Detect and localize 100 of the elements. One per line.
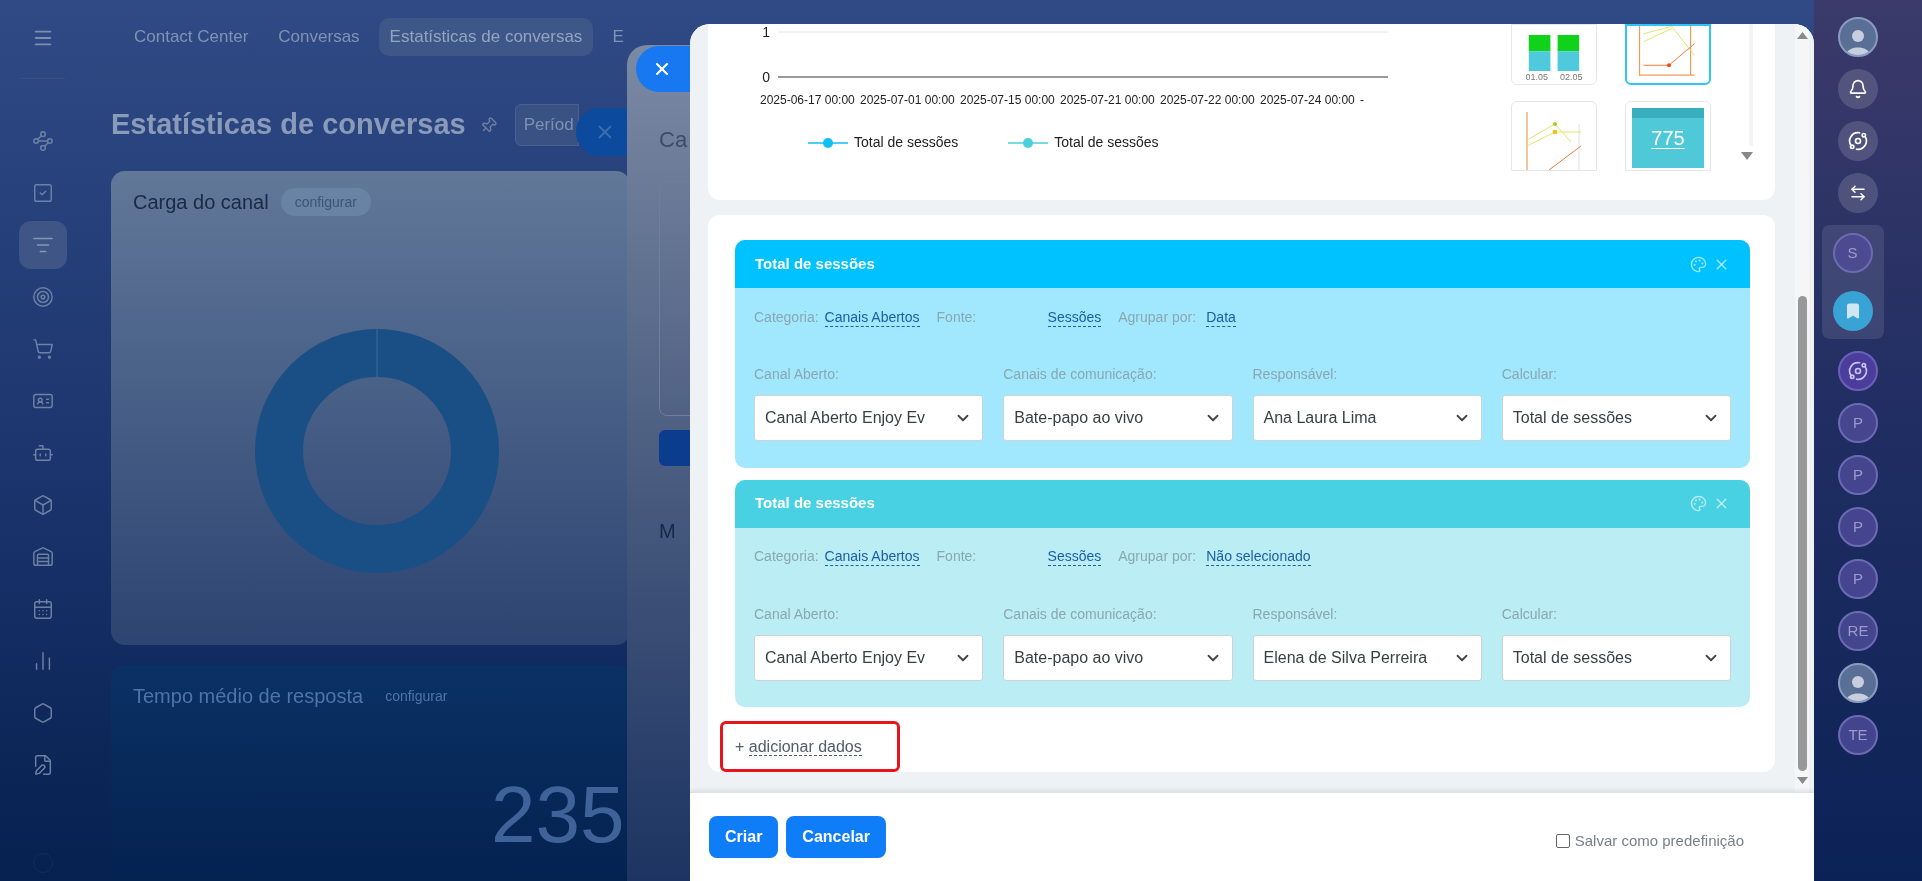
x-axis-label: 2025-07-01 00:00 <box>860 93 955 107</box>
field-label: Calcular: <box>1501 365 1558 384</box>
x-axis-label: 2025-07-21 00:00 <box>1060 93 1155 107</box>
x-axis-label: - <box>1360 93 1364 107</box>
widget-title: Carga do canal <box>133 190 269 215</box>
filter-label: Categoria: <box>754 307 820 327</box>
field-label: Responsável: <box>1252 365 1339 384</box>
color-button[interactable] <box>1690 255 1707 273</box>
chat-avatar[interactable]: P <box>1838 403 1878 443</box>
metric-value: 235 <box>491 775 625 855</box>
filter-link[interactable]: Sessões <box>1047 547 1102 567</box>
chart-type-option[interactable] <box>1625 24 1711 85</box>
sidebar-item[interactable] <box>18 221 67 269</box>
add-data-link[interactable]: + adicionar dados <box>735 734 862 759</box>
robot-icon <box>31 442 54 464</box>
assistant-button[interactable] <box>1838 121 1878 161</box>
chat-avatar[interactable]: TE <box>1838 715 1878 755</box>
filter-link[interactable]: Canais Abertos <box>824 307 920 327</box>
cart-icon <box>31 338 54 360</box>
filter-label: Agrupar por: <box>1118 547 1198 567</box>
y-axis-label: 1 <box>762 24 770 40</box>
connections-icon <box>31 130 54 152</box>
close-button[interactable] <box>636 46 690 92</box>
avatar[interactable] <box>1838 663 1878 703</box>
page-title: Estatísticas de conversas <box>111 107 466 143</box>
nav-tab[interactable]: Conversas <box>267 18 371 56</box>
chart-type-option[interactable]: 01.05 02.05 <box>1511 24 1597 85</box>
hexagon-icon <box>31 702 54 724</box>
footer-button[interactable]: Criar <box>709 816 779 858</box>
legend-label: Total de sessões <box>1054 133 1159 152</box>
chat-avatar[interactable]: RE <box>1838 611 1878 651</box>
bookmark-button[interactable] <box>1832 291 1873 331</box>
color-button[interactable] <box>1690 495 1707 513</box>
x-axis-label: 2025-06-17 00:00 <box>760 93 855 107</box>
dataset-title: Total de sessões <box>755 493 875 514</box>
x-axis-label: 2025-07-24 00:00 <box>1260 93 1355 107</box>
checkbox-label: Salvar como predefinição <box>1574 830 1744 851</box>
select-field[interactable]: Canal Aberto Enjoy Ev <box>754 395 984 441</box>
scroll-up-icon[interactable] <box>1796 32 1808 39</box>
select-field[interactable]: Bate-papo ao vivo <box>1003 395 1233 441</box>
chat-button[interactable] <box>1838 173 1878 213</box>
select-field[interactable]: Total de sessões <box>1501 395 1731 441</box>
scroll-down-icon[interactable] <box>1796 777 1808 784</box>
select-field[interactable]: Ana Laura Lima <box>1252 395 1482 441</box>
chat-avatar[interactable]: P <box>1838 559 1878 599</box>
arrows-icon <box>1849 184 1867 202</box>
x-axis-label: 2025-07-15 00:00 <box>960 93 1055 107</box>
orbit-icon <box>1848 361 1868 381</box>
chat-avatar[interactable]: P <box>1838 507 1878 547</box>
notifications-button[interactable] <box>1838 69 1878 109</box>
chat-avatar[interactable]: S <box>1832 233 1873 273</box>
x-axis-label: 2025-07-22 00:00 <box>1160 93 1255 107</box>
thumbnail-header-bar <box>1632 108 1704 118</box>
select-field[interactable]: Bate-papo ao vivo <box>1003 634 1233 681</box>
orbit-icon <box>1848 131 1868 151</box>
footer-button[interactable]: Cancelar <box>786 816 886 858</box>
field-label: Canais de comunicação: <box>1003 604 1158 624</box>
close-button[interactable] <box>576 108 627 156</box>
nav-tab[interactable]: Estatísticas de conversas <box>378 18 594 56</box>
thumbnail-label: 02.05 <box>1560 73 1583 82</box>
scroll-down-icon[interactable] <box>1741 152 1753 160</box>
scrollbar-thumb[interactable] <box>1797 296 1807 771</box>
checkbox[interactable] <box>1555 834 1570 848</box>
avatar[interactable] <box>1838 17 1878 57</box>
warehouse-icon <box>31 546 54 568</box>
nav-tab[interactable]: E <box>601 18 635 56</box>
select-field[interactable]: Elena de Silva Perreira <box>1252 634 1482 681</box>
filter-label: Agrupar por: <box>1118 307 1198 327</box>
filter-label: Fonte: <box>936 547 978 567</box>
filter-link[interactable]: Data <box>1206 307 1236 327</box>
target-icon <box>31 286 54 308</box>
configure-button[interactable]: configurar <box>375 682 458 710</box>
field-label: Canal Aberto: <box>754 365 840 384</box>
select-field[interactable]: Canal Aberto Enjoy Ev <box>754 634 984 681</box>
bell-icon <box>1848 79 1868 99</box>
y-axis-label: 0 <box>762 69 770 85</box>
checkbox-icon <box>31 182 54 204</box>
thumbnail-label: 01.05 <box>1525 73 1548 82</box>
filter-link[interactable]: Não selecionado <box>1206 547 1311 567</box>
field-label: Calcular: <box>1501 604 1558 624</box>
filter-link[interactable]: Canais Abertos <box>824 547 920 567</box>
thumbnail-value: 775 <box>1651 128 1685 148</box>
filter-label: Fonte: <box>936 307 978 327</box>
palette-icon <box>1690 255 1707 273</box>
widget-title: Tempo médio de resposta <box>133 684 364 709</box>
filter-link[interactable]: Sessões <box>1047 307 1102 327</box>
field-label: Canais de comunicação: <box>1003 365 1158 384</box>
box-icon <box>31 494 54 516</box>
select-field[interactable]: Total de sessões <box>1501 634 1731 681</box>
nav-tab[interactable]: Contact Center <box>123 18 260 56</box>
assistant-button[interactable] <box>1838 351 1878 391</box>
field-label: Canal Aberto: <box>754 604 840 624</box>
palette-icon <box>1690 495 1707 513</box>
calendar-icon <box>31 598 54 620</box>
period-button[interactable]: Períod <box>514 104 579 146</box>
chat-avatar[interactable]: P <box>1838 455 1878 495</box>
legend-label: Total de sessões <box>854 133 959 152</box>
field-label: Responsável: <box>1252 604 1339 624</box>
dataset-title: Total de sessões <box>755 253 875 274</box>
filter-label: Categoria: <box>754 547 820 567</box>
